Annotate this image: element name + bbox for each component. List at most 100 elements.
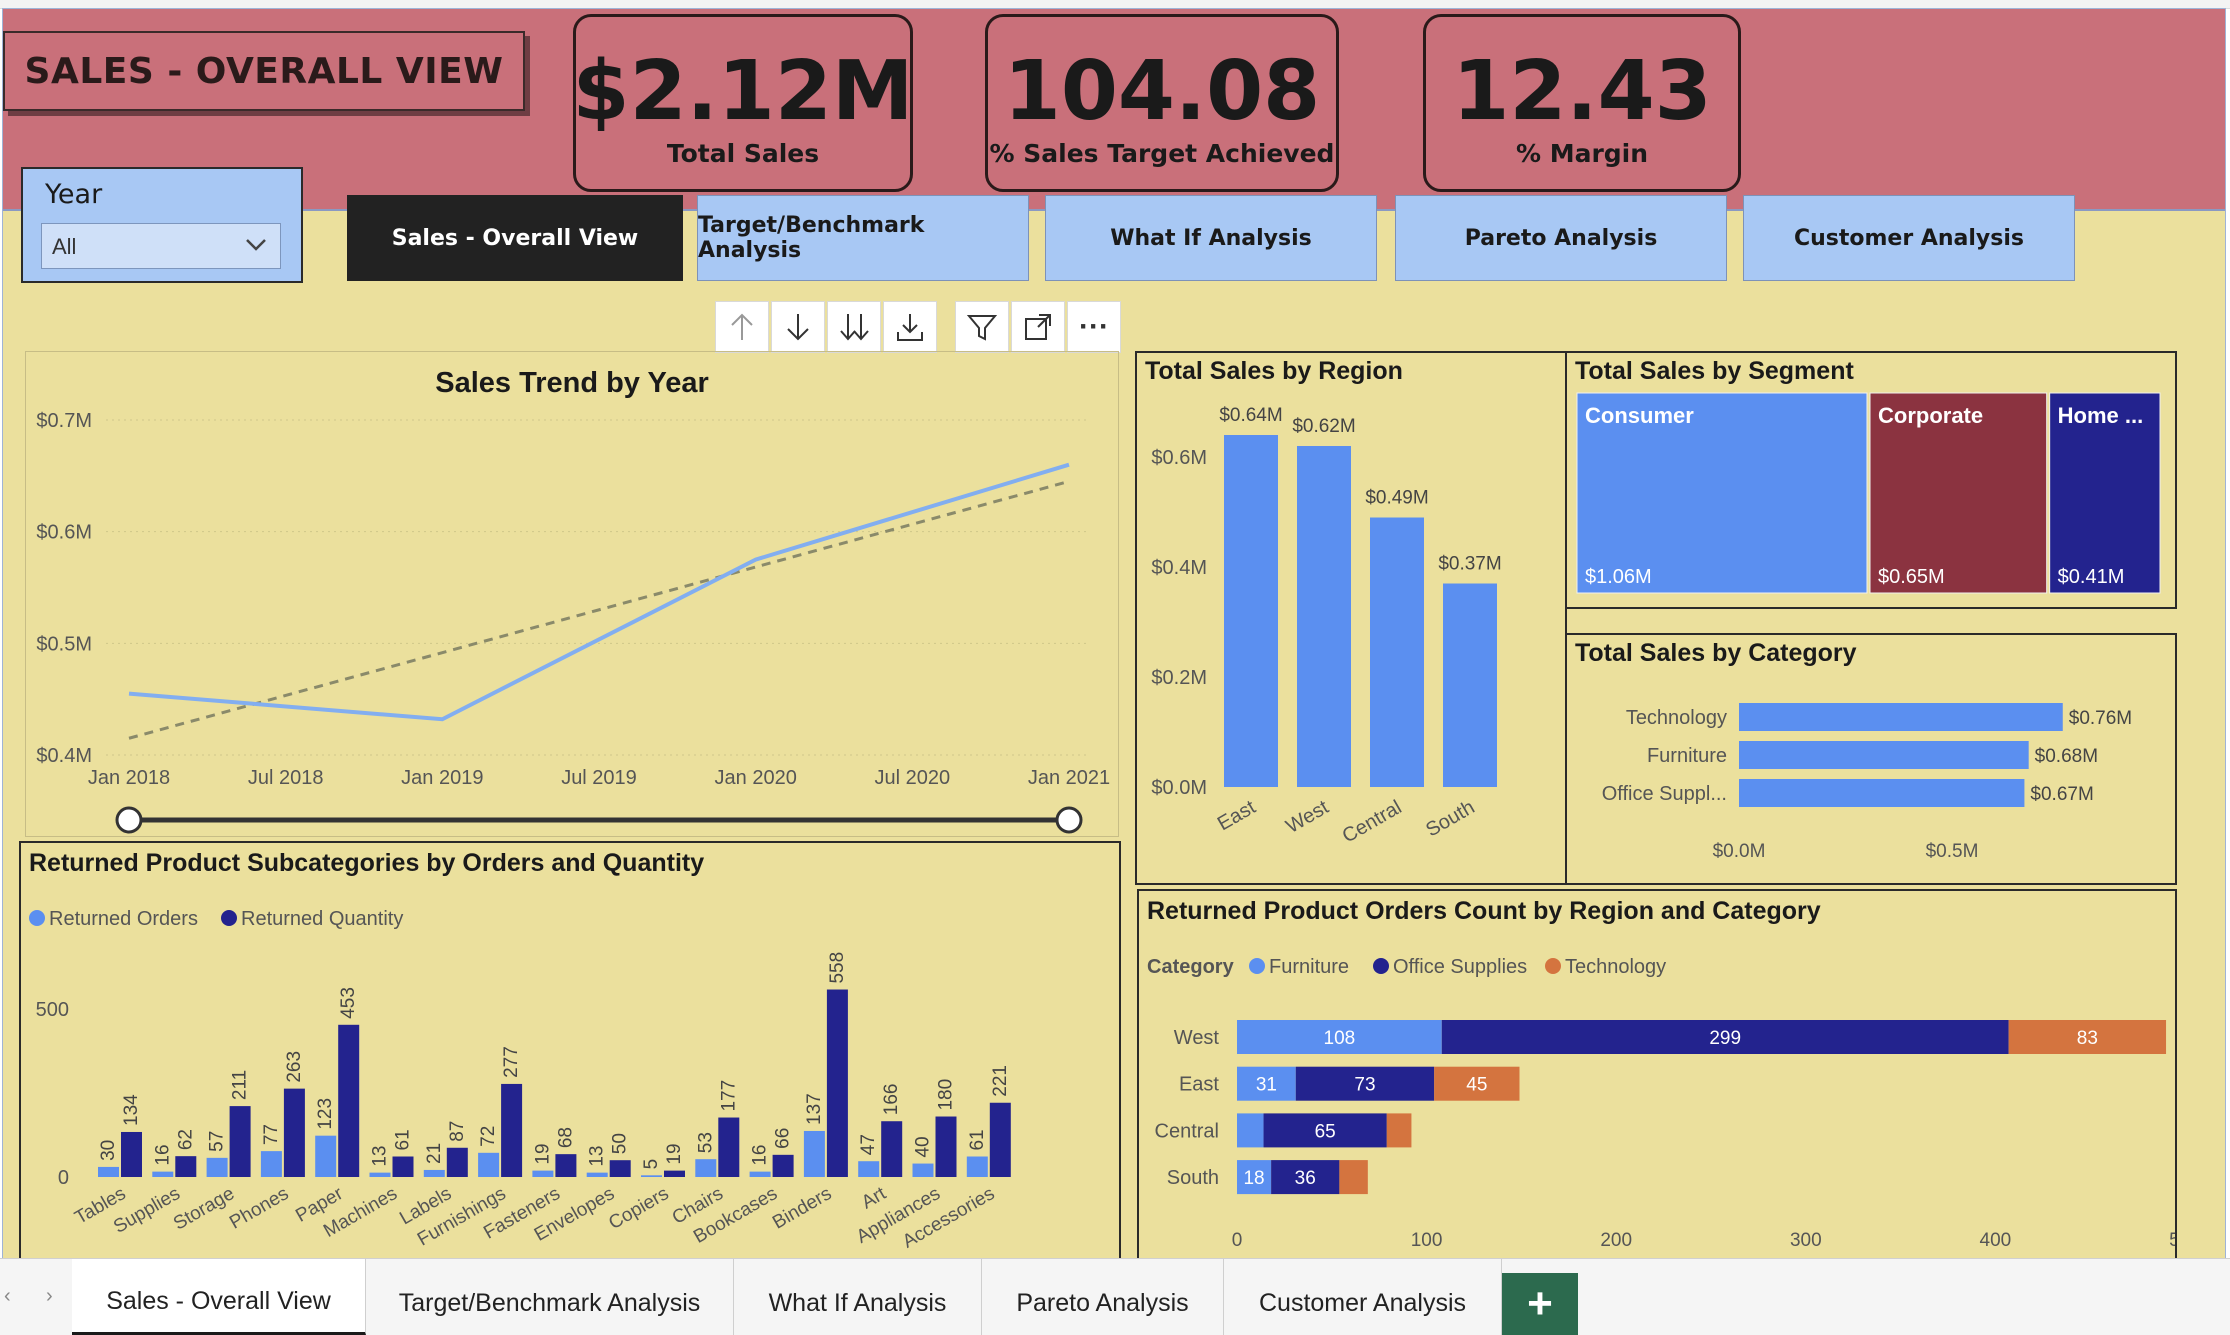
returned-subcategories-panel: Returned Product Subcategories by Orders… xyxy=(19,841,1121,1260)
returned-orders-region-category-chart[interactable]: Returned Product Orders Count by Region … xyxy=(1139,891,2201,1260)
x-tick-label: 300 xyxy=(1790,1230,1822,1251)
kpi-value: $2.12M xyxy=(572,44,914,139)
tab-what-if[interactable]: What If Analysis xyxy=(734,1259,982,1335)
visual-header-toolbar: ··· xyxy=(715,301,1121,353)
bar xyxy=(555,1154,577,1177)
y-tick-label: $0.7M xyxy=(36,410,92,432)
returned-subcategories-chart[interactable]: Returned Product Subcategories by Orders… xyxy=(21,843,1119,1260)
x-tick-label: Art xyxy=(858,1183,890,1214)
kpi-label: % Margin xyxy=(1515,139,1649,168)
tile-label: Home ... xyxy=(2058,403,2144,428)
bar xyxy=(1739,779,2025,807)
sales-by-region-chart[interactable]: Total Sales by Region $0.0M $0.2M $0.4M $0.6… xyxy=(1137,353,1565,883)
data-label: 299 xyxy=(1709,1028,1741,1049)
data-label: 30 xyxy=(98,1140,119,1161)
category-label: South xyxy=(1167,1167,1219,1189)
data-label: 16 xyxy=(152,1144,173,1165)
sales-by-segment-chart[interactable]: Total Sales by Segment Consumer $1.06M Corp… xyxy=(1567,353,2175,607)
year-slicer: Year All xyxy=(21,167,303,283)
slider-handle-end xyxy=(1055,806,1083,834)
data-label: $0.49M xyxy=(1365,488,1428,509)
data-label: 36 xyxy=(1295,1168,1316,1189)
x-tick-label: 400 xyxy=(1980,1230,2012,1251)
x-tick-label: 0 xyxy=(1232,1230,1243,1251)
add-page-button[interactable]: + xyxy=(1502,1273,1578,1335)
kpi-label: % Sales Target Achieved xyxy=(989,139,1335,168)
bar xyxy=(338,1024,360,1177)
data-label: 68 xyxy=(555,1127,576,1148)
report-canvas: SALES - OVERALL VIEW $2.12M Total Sales … xyxy=(2,8,2226,1260)
focus-mode-icon[interactable] xyxy=(1011,301,1065,353)
nav-button-pareto[interactable]: Pareto Analysis xyxy=(1395,195,1727,281)
nav-button-what-if[interactable]: What If Analysis xyxy=(1045,195,1377,281)
filter-icon[interactable] xyxy=(955,301,1009,353)
chart-title: Returned Product Subcategories by Orders… xyxy=(29,849,704,877)
bar xyxy=(260,1151,282,1177)
tab-sales-overall-view[interactable]: Sales - Overall View xyxy=(72,1259,366,1335)
data-label: 57 xyxy=(207,1131,228,1152)
data-label: 83 xyxy=(2077,1028,2098,1049)
arrow-up-icon[interactable] xyxy=(715,301,769,353)
bar xyxy=(1443,583,1497,787)
data-label: 221 xyxy=(990,1065,1011,1097)
data-label: 73 xyxy=(1354,1075,1375,1096)
sales-trend-panel: Sales Trend by Year $0.4M $0.5M $0.6M $0.7M J… xyxy=(25,351,1119,837)
x-tick-label: Jul 2020 xyxy=(875,767,951,789)
kpi-value: 12.43 xyxy=(1452,44,1712,139)
segment-panel: Total Sales by Segment Consumer $1.06M Corp… xyxy=(1565,351,2177,609)
x-tick-label: 200 xyxy=(1600,1230,1632,1251)
bar xyxy=(446,1147,468,1177)
legend-marker xyxy=(1545,958,1561,974)
data-label: 65 xyxy=(1315,1121,1336,1142)
tab-customer[interactable]: Customer Analysis xyxy=(1224,1259,1502,1335)
arrow-down-icon[interactable] xyxy=(771,301,825,353)
legend-label: Office Supplies xyxy=(1393,956,1527,978)
data-label: $0.64M xyxy=(1219,405,1282,426)
data-label: 72 xyxy=(478,1126,499,1147)
nav-button-sales-overall[interactable]: Sales - Overall View xyxy=(347,195,683,281)
sales-trend-chart[interactable]: Sales Trend by Year $0.4M $0.5M $0.6M $0.7M J… xyxy=(26,352,1118,836)
chevron-down-icon xyxy=(246,239,266,251)
tab-scroll-left-icon[interactable]: ‹ xyxy=(4,1285,11,1308)
data-label: 45 xyxy=(1466,1075,1487,1096)
tab-scroll-right-icon[interactable]: › xyxy=(46,1285,53,1308)
x-tick-label: $0.5M xyxy=(1926,841,1979,862)
slicer-title: Year xyxy=(45,179,103,210)
data-label: 263 xyxy=(284,1051,305,1083)
data-label: 61 xyxy=(967,1129,988,1150)
nav-button-customer[interactable]: Customer Analysis xyxy=(1743,195,2075,281)
legend-title: Category xyxy=(1147,956,1235,978)
x-tick-label: Jan 2019 xyxy=(401,767,483,789)
chart-title: Total Sales by Segment xyxy=(1575,357,1854,385)
data-label: $0.62M xyxy=(1292,416,1355,437)
data-label: 19 xyxy=(532,1143,553,1164)
y-tick-label: $0.5M xyxy=(36,633,92,655)
sales-by-category-chart[interactable]: Total Sales by Category Technology $0.76M F… xyxy=(1567,635,2175,883)
double-arrow-down-icon[interactable] xyxy=(827,301,881,353)
trend-line xyxy=(128,479,1070,740)
category-label: West xyxy=(1174,1027,1220,1049)
legend-marker xyxy=(221,910,237,926)
bar xyxy=(935,1116,957,1177)
tab-target-benchmark[interactable]: Target/Benchmark Analysis xyxy=(366,1259,734,1335)
nav-button-target-benchmark[interactable]: Target/Benchmark Analysis xyxy=(697,195,1029,281)
y-tick-label: $0.4M xyxy=(1151,557,1207,579)
data-label: 50 xyxy=(610,1133,631,1154)
tile-value: $0.41M xyxy=(2058,566,2125,588)
category-label: East xyxy=(1179,1074,1219,1096)
category-label: Furniture xyxy=(1647,745,1727,767)
page-title: SALES - OVERALL VIEW xyxy=(3,31,525,111)
legend-label: Technology xyxy=(1565,956,1666,978)
bar xyxy=(718,1117,740,1177)
x-tick-label: Jan 2020 xyxy=(715,767,797,789)
more-options-icon[interactable]: ··· xyxy=(1067,301,1121,353)
x-tick-label: Jul 2018 xyxy=(248,767,324,789)
year-dropdown[interactable]: All xyxy=(41,223,281,269)
x-tick-label: 100 xyxy=(1411,1230,1443,1251)
kpi-value: 104.08 xyxy=(1003,44,1321,139)
expand-hierarchy-icon[interactable] xyxy=(883,301,937,353)
bar xyxy=(989,1102,1011,1177)
data-label: 19 xyxy=(664,1143,685,1164)
bar xyxy=(966,1156,988,1177)
tab-pareto[interactable]: Pareto Analysis xyxy=(982,1259,1224,1335)
